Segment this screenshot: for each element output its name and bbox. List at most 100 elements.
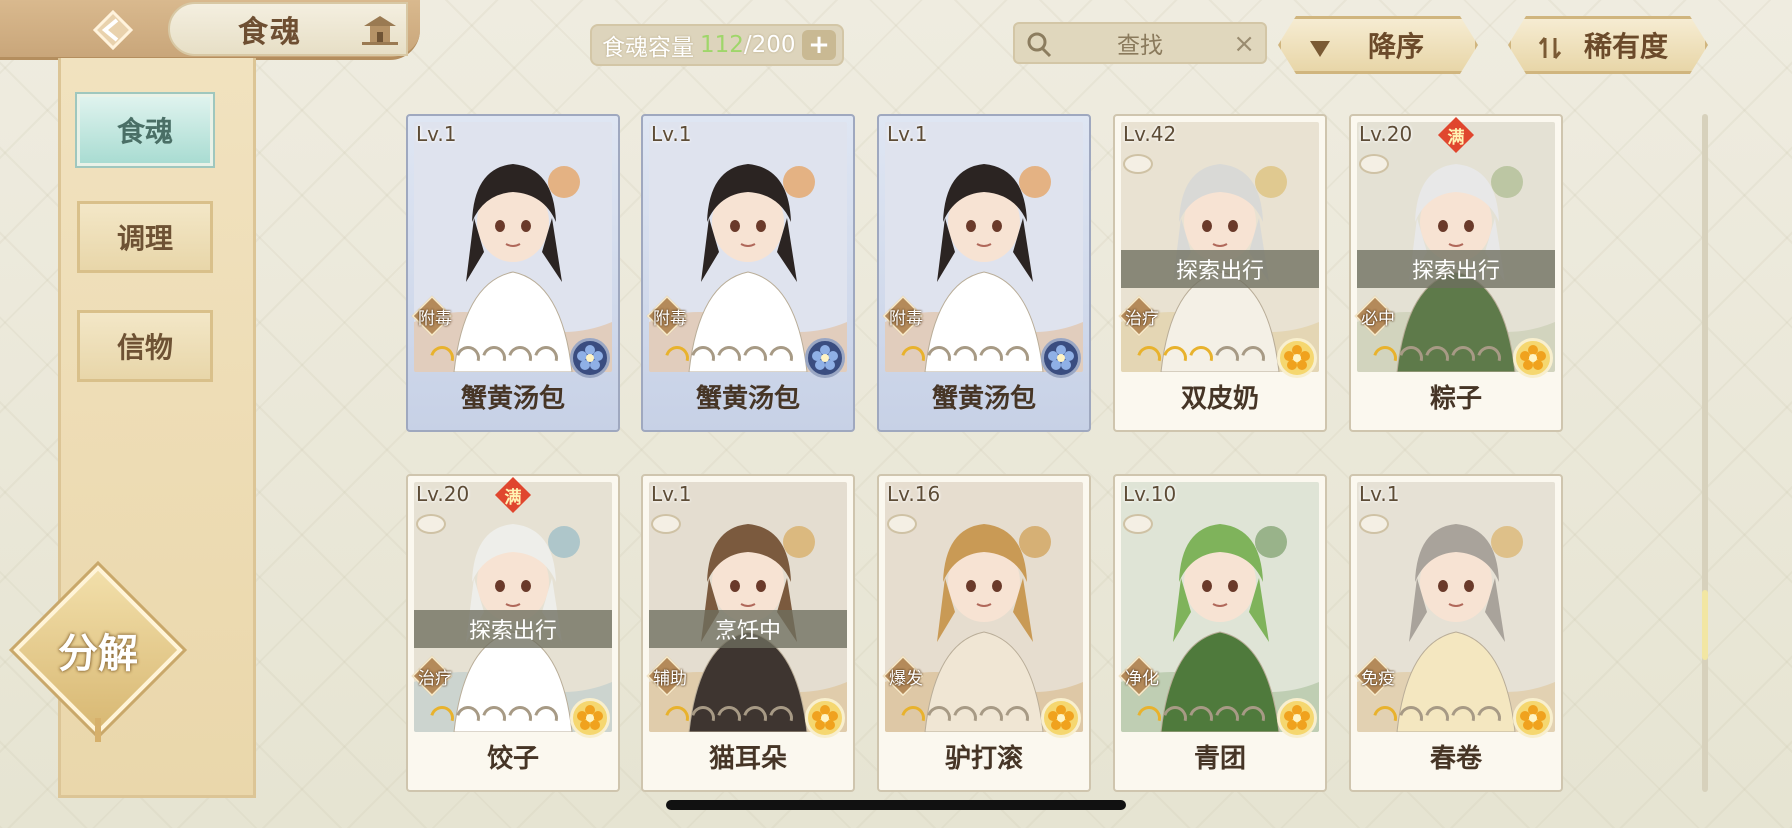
star-icon — [1446, 701, 1480, 735]
page-title: 食魂 — [238, 15, 302, 50]
role-badge: 净化 — [1117, 655, 1163, 697]
food-soul-card[interactable]: Lv.1 附毒 蟹黄汤包 — [641, 114, 855, 432]
star-icon — [948, 341, 982, 375]
star-icon — [529, 701, 563, 735]
character-portrait — [649, 122, 847, 372]
star-rating — [896, 701, 1034, 735]
star-icon — [738, 701, 772, 735]
star-icon — [922, 341, 956, 375]
food-soul-card[interactable]: Lv.42 探索出行 治疗 双皮奶 — [1113, 114, 1327, 432]
clear-icon[interactable]: × — [1233, 30, 1255, 58]
star-icon — [529, 341, 563, 375]
back-button[interactable] — [88, 6, 138, 54]
food-soul-card[interactable]: Lv.1 附毒 蟹黄汤包 — [877, 114, 1091, 432]
rarity-flower-icon — [1277, 698, 1317, 738]
food-soul-card[interactable]: Lv.1 免疫 春卷 — [1349, 474, 1563, 792]
character-name: 粽子 — [1429, 384, 1482, 414]
bowl-icon — [1123, 154, 1153, 174]
character-name: 蟹黄汤包 — [695, 384, 800, 414]
scroll-thumb[interactable] — [1702, 590, 1708, 660]
rarity-flower-icon — [1277, 338, 1317, 378]
star-icon — [896, 341, 930, 375]
star-icon — [503, 701, 537, 735]
food-soul-card[interactable]: Lv.1 附毒 蟹黄汤包 — [406, 114, 620, 432]
role-badge: 必中 — [1353, 295, 1399, 337]
flower-icon — [577, 345, 603, 370]
star-icon — [1132, 701, 1166, 735]
level-label: Lv.1 — [1359, 482, 1400, 506]
sort-rarity-button[interactable]: 稀有度 — [1508, 16, 1708, 74]
sort-order-label: 降序 — [1367, 30, 1424, 63]
star-icon — [712, 341, 746, 375]
capacity-current: 112 — [700, 32, 744, 58]
star-icon — [425, 341, 459, 375]
star-rating — [1368, 701, 1506, 735]
star-icon — [1420, 701, 1454, 735]
role-label: 附毒 — [889, 309, 923, 329]
character-name: 蟹黄汤包 — [931, 384, 1036, 414]
house-roof-icon[interactable] — [360, 12, 400, 48]
tab-conditioning[interactable]: 调理 — [77, 201, 213, 273]
star-icon — [1000, 701, 1034, 735]
rarity-flower-icon — [1041, 698, 1081, 738]
role-label: 净化 — [1125, 669, 1159, 689]
sort-order-button[interactable]: 降序 — [1278, 16, 1478, 74]
food-soul-card[interactable]: Lv.20 满 探索出行 治疗 饺子 — [406, 474, 620, 792]
star-icon — [477, 341, 511, 375]
capacity-display: 食魂容量 112 / 200 + — [590, 24, 844, 66]
level-label: Lv.20 — [416, 482, 470, 506]
rarity-flower-icon — [1513, 698, 1553, 738]
role-label: 必中 — [1361, 309, 1395, 329]
food-soul-card[interactable]: Lv.1 烹饪中 辅助 猫耳朵 — [641, 474, 855, 792]
star-icon — [477, 701, 511, 735]
character-portrait — [414, 122, 612, 372]
search-input[interactable]: 查找 × — [1013, 22, 1267, 64]
star-icon — [1472, 701, 1506, 735]
character-art — [885, 122, 1083, 372]
star-icon — [686, 701, 720, 735]
food-soul-card[interactable]: Lv.20 满 探索出行 必中 粽子 — [1349, 114, 1563, 432]
flower-icon — [1048, 705, 1074, 730]
star-icon — [1000, 341, 1034, 375]
back-arrow-icon — [92, 10, 134, 50]
role-label: 附毒 — [418, 309, 452, 329]
add-capacity-button[interactable]: + — [802, 30, 836, 60]
role-label: 辅助 — [653, 669, 687, 689]
scrollbar[interactable] — [1702, 114, 1708, 792]
tab-label: 信物 — [116, 331, 173, 364]
star-icon — [1158, 341, 1192, 375]
tab-food-souls[interactable]: 食魂 — [77, 94, 213, 166]
star-rating — [1132, 701, 1270, 735]
star-icon — [1236, 701, 1270, 735]
level-label: Lv.1 — [416, 122, 457, 146]
level-label: Lv.1 — [651, 482, 692, 506]
status-banner: 探索出行 — [1357, 250, 1555, 288]
flower-icon — [1520, 705, 1546, 730]
food-soul-card[interactable]: Lv.10 净化 青团 — [1113, 474, 1327, 792]
role-badge: 治疗 — [410, 655, 456, 697]
character-name: 青团 — [1193, 744, 1246, 774]
bowl-icon — [1359, 514, 1389, 534]
bowl-icon — [416, 514, 446, 534]
rarity-flower-icon — [805, 698, 845, 738]
level-label: Lv.1 — [651, 122, 692, 146]
character-name: 驴打滚 — [944, 744, 1023, 774]
tab-tokens[interactable]: 信物 — [77, 310, 213, 382]
home-indicator[interactable] — [666, 800, 1126, 810]
level-label: Lv.1 — [887, 122, 928, 146]
star-rating — [896, 341, 1034, 375]
role-badge: 爆发 — [881, 655, 927, 697]
flower-icon — [1520, 345, 1546, 370]
food-soul-card[interactable]: Lv.16 爆发 驴打滚 — [877, 474, 1091, 792]
star-icon — [1184, 341, 1218, 375]
role-label: 爆发 — [889, 669, 923, 689]
star-icon — [1394, 341, 1428, 375]
star-icon — [451, 341, 485, 375]
role-badge: 附毒 — [881, 295, 927, 337]
role-label: 免疫 — [1361, 669, 1395, 689]
star-rating — [425, 341, 563, 375]
capacity-separator: / — [743, 32, 752, 58]
star-rating — [1132, 341, 1270, 375]
star-icon — [896, 701, 930, 735]
star-icon — [425, 701, 459, 735]
